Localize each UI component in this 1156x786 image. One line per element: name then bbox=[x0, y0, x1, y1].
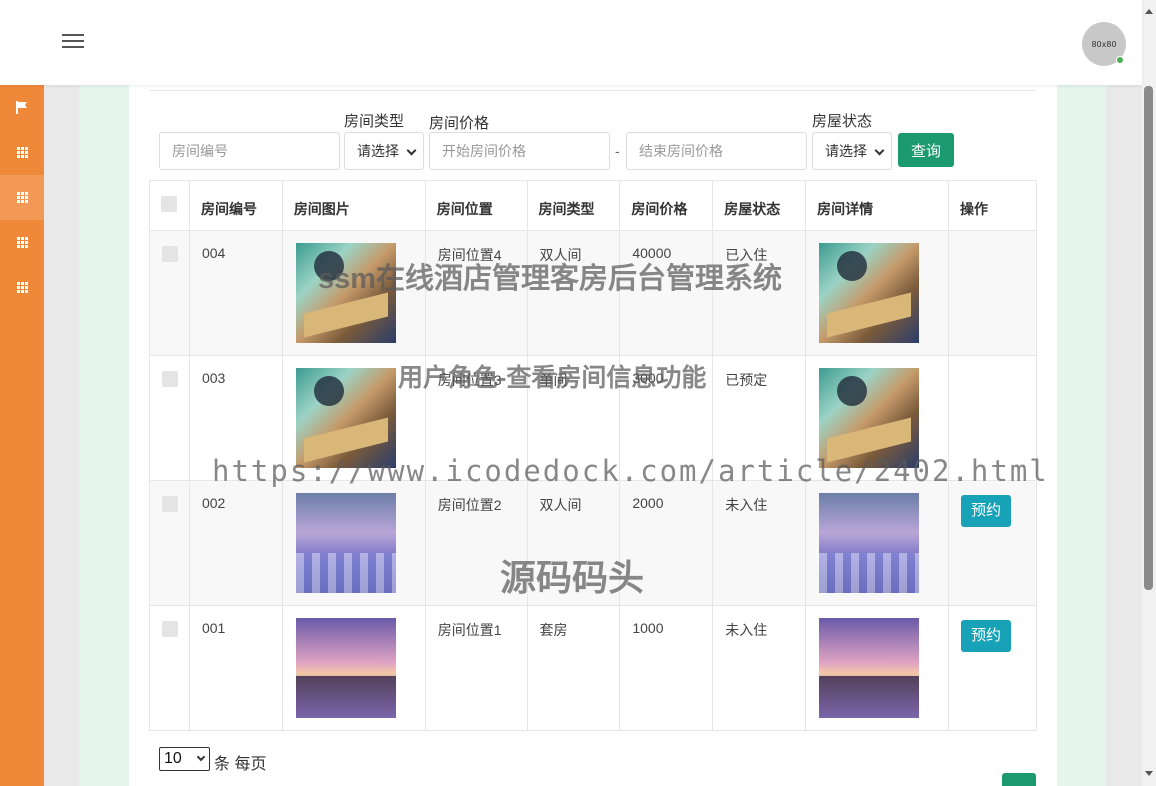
column-header: 房间类型 bbox=[526, 180, 621, 231]
action-cell: 预约 bbox=[948, 480, 1037, 606]
sidebar-item-home[interactable] bbox=[0, 85, 44, 130]
room-status-select[interactable]: 请选择 bbox=[812, 132, 892, 170]
room-number-cell: 003 bbox=[188, 355, 283, 481]
column-header: 操作 bbox=[948, 180, 1037, 231]
grid-icon bbox=[16, 237, 28, 248]
table-row: 002 房间位置2 双人间 2000 未入住 预约 bbox=[149, 480, 1037, 606]
user-avatar[interactable]: 80x80 bbox=[1082, 22, 1126, 66]
book-button[interactable]: 预约 bbox=[961, 620, 1011, 652]
room-status-cell: 未入住 bbox=[712, 480, 807, 606]
room-number-input[interactable]: 房间编号 bbox=[159, 132, 340, 170]
room-image[interactable] bbox=[295, 493, 396, 593]
room-status-value: 请选择 bbox=[825, 143, 867, 159]
search-button[interactable]: 查询 bbox=[898, 133, 954, 167]
room-type-cell: 双人间 bbox=[526, 230, 621, 356]
room-type-cell: 双人间 bbox=[526, 480, 621, 606]
online-status-dot bbox=[1116, 56, 1124, 64]
action-cell bbox=[948, 355, 1037, 481]
room-image[interactable] bbox=[295, 243, 396, 343]
column-header: 房间价格 bbox=[619, 180, 714, 231]
room-number-cell: 002 bbox=[188, 480, 283, 606]
table-header-row: 房间编号 房间图片 房间位置 房间类型 房间价格 房屋状态 房间详情 操作 bbox=[149, 180, 1037, 231]
room-detail-image[interactable] bbox=[819, 368, 920, 468]
room-price-cell: 3000 bbox=[619, 355, 714, 481]
column-header: 房间编号 bbox=[188, 180, 283, 231]
column-header: 房间图片 bbox=[281, 180, 426, 231]
page-scrollbar[interactable] bbox=[1142, 0, 1156, 786]
row-checkbox[interactable] bbox=[162, 621, 178, 637]
price-end-input[interactable]: 结束房间价格 bbox=[626, 132, 807, 170]
sidebar bbox=[0, 85, 44, 786]
grid-icon bbox=[16, 147, 28, 158]
action-cell: 预约 bbox=[948, 605, 1037, 731]
room-location-cell: 房间位置2 bbox=[424, 480, 528, 606]
room-number-cell: 004 bbox=[188, 230, 283, 356]
column-header: 房间位置 bbox=[424, 180, 528, 231]
room-image[interactable] bbox=[295, 618, 396, 718]
room-number-cell: 001 bbox=[188, 605, 283, 731]
price-start-input[interactable]: 开始房间价格 bbox=[429, 132, 610, 170]
room-location-cell: 房间位置1 bbox=[424, 605, 528, 731]
room-status-cell: 未入住 bbox=[712, 605, 807, 731]
rooms-table: 房间编号 房间图片 房间位置 房间类型 房间价格 房屋状态 房间详情 操作 00… bbox=[149, 180, 1037, 731]
room-price-cell: 1000 bbox=[619, 605, 714, 731]
page-size-select[interactable]: 10 bbox=[159, 747, 210, 771]
room-detail-image[interactable] bbox=[819, 243, 920, 343]
header-select-all bbox=[149, 180, 190, 231]
room-type-cell: 套房 bbox=[526, 605, 621, 731]
room-detail-image[interactable] bbox=[819, 618, 920, 718]
row-checkbox[interactable] bbox=[162, 246, 178, 262]
scrollbar-thumb[interactable] bbox=[1144, 86, 1153, 590]
scroll-down-icon[interactable] bbox=[1145, 771, 1153, 776]
room-price-cell: 40000 bbox=[619, 230, 714, 356]
grid-icon bbox=[16, 192, 28, 203]
room-price-cell: 2000 bbox=[619, 480, 714, 606]
table-row: 001 房间位置1 套房 1000 未入住 预约 bbox=[149, 605, 1037, 731]
row-checkbox[interactable] bbox=[162, 496, 178, 512]
pagination-button[interactable] bbox=[1002, 773, 1036, 786]
sidebar-item-2[interactable] bbox=[0, 175, 44, 220]
flag-icon bbox=[16, 101, 27, 114]
room-status-label: 房屋状态 bbox=[812, 113, 873, 130]
room-type-cell: 单间 bbox=[526, 355, 621, 481]
divider bbox=[150, 90, 1036, 91]
price-separator: - bbox=[615, 143, 620, 159]
sidebar-item-1[interactable] bbox=[0, 130, 44, 175]
sidebar-item-4[interactable] bbox=[0, 265, 44, 310]
book-button[interactable]: 预约 bbox=[961, 495, 1011, 527]
room-location-cell: 房间位置3 bbox=[424, 355, 528, 481]
chevron-down-icon bbox=[196, 752, 206, 762]
table-row: 003 房间位置3 单间 3000 已预定 bbox=[149, 355, 1037, 481]
sidebar-item-3[interactable] bbox=[0, 220, 44, 265]
menu-toggle-icon[interactable] bbox=[62, 34, 84, 50]
select-all-checkbox[interactable] bbox=[161, 196, 177, 212]
chevron-down-icon bbox=[406, 145, 417, 156]
price-end-placeholder: 结束房间价格 bbox=[639, 143, 723, 159]
page-size-value: 10 bbox=[164, 750, 182, 767]
table-row: 004 房间位置4 双人间 40000 已入住 bbox=[149, 230, 1037, 356]
avatar-label: 80x80 bbox=[1091, 39, 1117, 49]
action-cell bbox=[948, 230, 1037, 356]
grid-icon bbox=[16, 282, 28, 293]
scroll-up-icon[interactable] bbox=[1145, 9, 1153, 14]
top-header: 80x80 bbox=[0, 0, 1142, 85]
price-start-placeholder: 开始房间价格 bbox=[442, 143, 526, 159]
column-header: 房屋状态 bbox=[712, 180, 807, 231]
room-image[interactable] bbox=[295, 368, 396, 468]
room-status-cell: 已入住 bbox=[712, 230, 807, 356]
column-header: 房间详情 bbox=[805, 180, 949, 231]
room-type-label: 房间类型 bbox=[344, 113, 405, 130]
room-location-cell: 房间位置4 bbox=[424, 230, 528, 356]
row-checkbox[interactable] bbox=[162, 371, 178, 387]
room-number-placeholder: 房间编号 bbox=[172, 143, 228, 159]
room-type-select[interactable]: 请选择 bbox=[344, 132, 424, 170]
room-type-value: 请选择 bbox=[357, 143, 399, 159]
per-page-label: 条 每页 bbox=[214, 756, 267, 773]
chevron-down-icon bbox=[874, 145, 885, 156]
room-price-label: 房间价格 bbox=[429, 115, 490, 132]
room-detail-image[interactable] bbox=[819, 493, 920, 593]
room-status-cell: 已预定 bbox=[712, 355, 807, 481]
